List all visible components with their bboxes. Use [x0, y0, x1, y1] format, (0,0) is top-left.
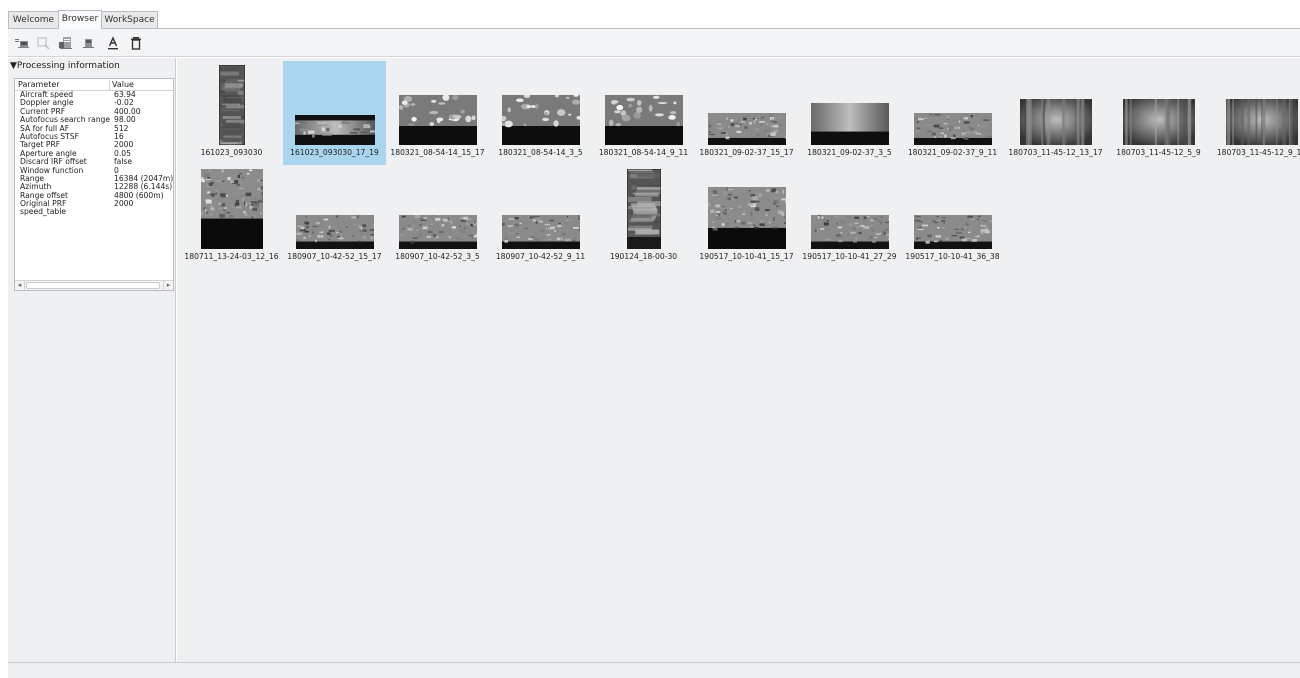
column-divider[interactable] — [109, 80, 110, 90]
column-header-value[interactable]: Value — [112, 79, 134, 91]
thumbnail-item[interactable]: 180321_08-54-14_3_5 — [489, 61, 592, 165]
thumbnail-image — [502, 215, 583, 249]
thumbnail-label: 180703_11-45-12_9_13 — [1216, 148, 1300, 157]
processing-info-table: Parameter Value Aircraft speed 63.94 Doppl… — [14, 78, 174, 291]
tab-workspace[interactable]: WorkSpace — [101, 11, 158, 29]
thumbnail-label: 180321_09-02-37_15_17 — [699, 148, 794, 157]
tab-welcome[interactable]: Welcome — [8, 11, 59, 29]
thumbnail-label: 180703_11-45-12_13_17 — [1008, 148, 1103, 157]
thumbnail-image — [1020, 99, 1092, 145]
thumbnail-item[interactable]: 180321_09-02-37_15_17 — [695, 61, 798, 165]
thumbnail-image — [811, 215, 895, 249]
scroll-right-button[interactable]: ▸ — [163, 281, 173, 290]
thumbnail-image — [708, 187, 790, 249]
thumbnail-image — [605, 95, 683, 145]
thumbnail-item[interactable]: 161023_093030 — [180, 61, 283, 165]
tab-browser[interactable]: Browser — [58, 10, 102, 29]
thumbnail-label: 180907_10-42-52_15_17 — [287, 252, 382, 261]
image-browser: 161023_093030 161023_093030_17_19 180321… — [177, 58, 1300, 662]
thumbnail-label: 180907_10-42-52_9_11 — [495, 252, 586, 261]
thumbnail-item[interactable]: 180711_13-24-03_12_16 — [180, 165, 283, 269]
thumbnail-item[interactable]: 180907_10-42-52_3_5 — [386, 165, 489, 269]
thumbnail-image — [914, 215, 993, 249]
import-icon[interactable] — [14, 35, 30, 51]
thumbnail-item[interactable]: 180703_11-45-12_5_9 — [1107, 61, 1210, 165]
thumbnail-image — [295, 115, 376, 145]
select-icon[interactable] — [35, 35, 51, 51]
processing-info-header[interactable]: ▼Processing information — [10, 61, 120, 75]
table-header: Parameter Value — [15, 79, 173, 91]
thumbnail-item[interactable]: 180703_11-45-12_9_13 — [1210, 61, 1300, 165]
thumbnail-image — [296, 215, 377, 249]
thumbnail-image — [914, 113, 997, 145]
thumbnail-item[interactable]: 190124_18-00-30 — [592, 165, 695, 269]
thumbnail-image — [626, 168, 662, 250]
scroll-left-button[interactable]: ◂ — [15, 281, 25, 290]
thumbnail-label: 190517_10-10-41_27_29 — [802, 252, 897, 261]
thumbnail-item[interactable]: 190517_10-10-41_15_17 — [695, 165, 798, 269]
status-bar — [8, 662, 1300, 678]
text-icon[interactable] — [105, 35, 121, 51]
thumbnail-label: 161023_093030 — [200, 148, 263, 157]
thumbnail-item[interactable]: 180907_10-42-52_9_11 — [489, 165, 592, 269]
thumbnail-image — [218, 64, 246, 146]
thumbnail-item[interactable]: 180321_09-02-37_3_5 — [798, 61, 901, 165]
thumbnail-label: 180907_10-42-52_3_5 — [395, 252, 480, 261]
thumbnail-item[interactable]: 161023_093030_17_19 — [283, 61, 386, 165]
column-header-parameter[interactable]: Parameter — [18, 79, 60, 91]
trash-icon[interactable] — [128, 35, 144, 51]
thumbnail-label: 190124_18-00-30 — [609, 252, 678, 261]
thumbnail-label: 161023_093030_17_19 — [290, 148, 379, 157]
table-body: Aircraft speed 63.94 Doppler angle -0.02 Cur… — [15, 91, 173, 278]
thumbnail-label: 180703_11-45-12_5_9 — [1116, 148, 1201, 157]
process-icon[interactable] — [58, 35, 74, 51]
thumbnail-item[interactable]: 180321_08-54-14_9_11 — [592, 61, 695, 165]
thumbnail-label: 190517_10-10-41_15_17 — [699, 252, 794, 261]
thumbnail-image — [498, 93, 582, 145]
app-window: Welcome Browser WorkSpace ▼Processing in… — [0, 0, 1300, 678]
parameter-name: speed_table — [20, 207, 66, 217]
tab-bar: Welcome Browser WorkSpace — [0, 0, 1300, 29]
thumbnail-item[interactable]: 190517_10-10-41_27_29 — [798, 165, 901, 269]
thumbnail-item[interactable]: 180907_10-42-52_15_17 — [283, 165, 386, 269]
thumbnail-image — [201, 169, 269, 249]
thumbnail-image — [1123, 99, 1199, 145]
thumbnail-image — [708, 113, 788, 145]
sidebar: ▼Processing information Parameter Value … — [8, 58, 176, 662]
thumbnail-label: 180711_13-24-03_12_16 — [184, 252, 279, 261]
table-row[interactable]: speed_table — [15, 207, 173, 217]
thumbnail-image — [399, 94, 477, 145]
thumbnail-label: 180321_08-54-14_3_5 — [498, 148, 583, 157]
thumbnail-label: 180321_09-02-37_9_11 — [907, 148, 998, 157]
thumbnail-image — [1226, 99, 1298, 145]
scrollbar-thumb[interactable] — [26, 282, 160, 289]
thumbnail-item[interactable]: 190517_10-10-41_36_38 — [901, 165, 1004, 269]
horizontal-scrollbar[interactable]: ◂ ▸ — [15, 280, 173, 290]
thumbnail-label: 180321_08-54-14_15_17 — [390, 148, 485, 157]
export-icon[interactable] — [81, 35, 97, 51]
thumbnail-image — [399, 215, 482, 249]
thumbnail-item[interactable]: 180321_09-02-37_9_11 — [901, 61, 1004, 165]
parameter-value: 2000 — [114, 199, 134, 209]
thumbnail-label: 190517_10-10-41_36_38 — [905, 252, 1000, 261]
thumbnail-label: 180321_08-54-14_9_11 — [598, 148, 689, 157]
thumbnail-item[interactable]: 180321_08-54-14_15_17 — [386, 61, 489, 165]
toolbar — [8, 29, 1300, 57]
thumbnail-item[interactable]: 180703_11-45-12_13_17 — [1004, 61, 1107, 165]
thumbnail-image — [811, 103, 889, 145]
thumbnail-label: 180321_09-02-37_3_5 — [807, 148, 892, 157]
